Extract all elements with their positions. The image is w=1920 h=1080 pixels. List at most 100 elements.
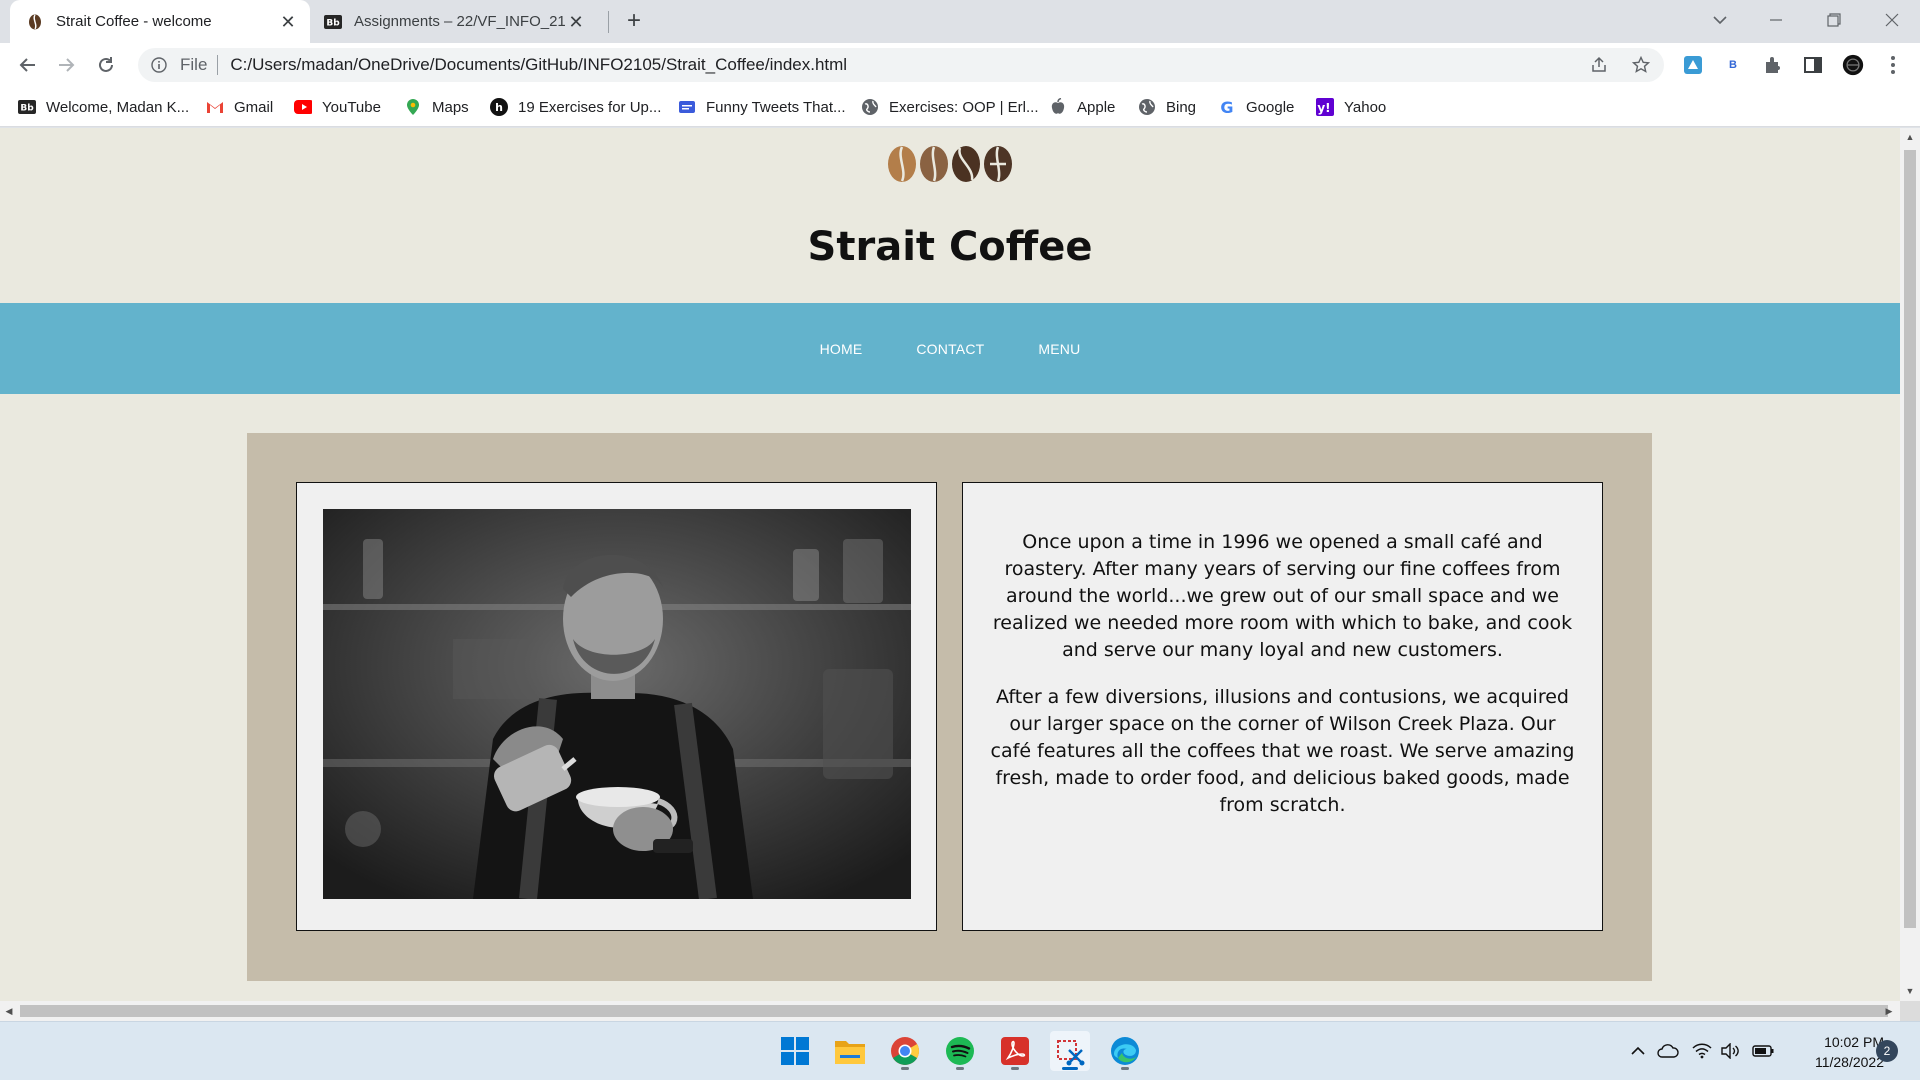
svg-text:G: G [1220,98,1233,116]
nav-link-home[interactable]: HOME [820,341,863,357]
horizontal-scrollbar[interactable]: ◀ ▶ [0,1001,1900,1021]
snipping-tool-icon[interactable] [1050,1031,1090,1071]
minimize-icon[interactable] [1748,0,1804,40]
scroll-right-arrow-icon[interactable]: ▶ [1884,1006,1894,1016]
browser-toolbar: File C:/Users/madan/OneDrive/Documents/G… [0,43,1920,87]
svg-text:y!: y! [1317,101,1330,115]
story-paragraph: After a few diversions, illusions and co… [990,686,1575,816]
profile-avatar[interactable] [1842,54,1864,76]
notification-badge[interactable]: 2 [1876,1040,1898,1062]
bookmark-exercises-oop[interactable]: Exercises: OOP | Erl... [861,95,1039,119]
gmail-icon [206,98,224,116]
extension-b-button[interactable]: B [1722,54,1744,76]
bookmark-blackboard[interactable]: Bb Welcome, Madan K... [18,95,189,119]
show-hidden-icons-chevron-icon[interactable] [1627,1040,1649,1062]
bookmark-funny-tweets[interactable]: Funny Tweets That... [678,95,846,119]
svg-text:h: h [495,101,503,114]
chrome-icon[interactable] [885,1031,925,1071]
bookmark-gmail[interactable]: Gmail [206,95,273,119]
story-card: Once upon a time in 1996 we opened a sma… [962,482,1603,931]
horizontal-scroll-thumb[interactable] [20,1005,1888,1017]
reload-icon[interactable] [92,51,120,79]
tab-strait-coffee[interactable]: Strait Coffee - welcome ✕ [10,0,310,43]
tab-close-icon[interactable]: ✕ [566,12,586,32]
tab-search-chevron-icon[interactable] [1708,8,1732,32]
restore-icon[interactable] [1806,0,1862,40]
story-paragraph: Once upon a time in 1996 we opened a sma… [992,531,1573,661]
apple-icon [1049,98,1067,116]
tab-separator [608,11,609,33]
onedrive-cloud-icon[interactable] [1657,1040,1679,1062]
close-window-icon[interactable] [1864,0,1920,40]
globe-icon [861,98,879,116]
file-explorer-icon[interactable] [830,1031,870,1071]
svg-text:Bb: Bb [326,18,340,28]
omnibox-divider [217,55,219,75]
battery-icon[interactable] [1752,1040,1774,1062]
start-windows-icon[interactable] [775,1031,815,1071]
spotify-icon[interactable] [940,1031,980,1071]
extensions-puzzle-icon[interactable] [1762,54,1784,76]
bookmark-label: Apple [1077,98,1116,116]
bookmark-label: Maps [432,98,469,116]
story-text: Once upon a time in 1996 we opened a sma… [963,483,1602,819]
bookmarks-bar: Bb Welcome, Madan K... Gmail YouTube Map… [0,87,1920,127]
nav-link-contact[interactable]: CONTACT [916,341,984,357]
running-indicator [1011,1067,1019,1070]
bookmark-youtube[interactable]: YouTube [294,95,381,119]
yahoo-icon: y! [1316,98,1334,116]
scroll-down-arrow-icon[interactable]: ▼ [1905,986,1915,996]
site-icon [678,98,696,116]
tab-title: Assignments – 22/VF_INFO_2105 [354,13,566,30]
bookmark-label: Google [1246,98,1295,116]
coffee-bean-favicon-icon [26,13,44,31]
running-indicator [956,1067,964,1070]
scroll-up-arrow-icon[interactable]: ▲ [1905,132,1915,142]
vertical-scroll-thumb[interactable] [1904,150,1916,928]
running-indicator [1121,1067,1129,1070]
youtube-icon [294,98,312,116]
tab-assignments[interactable]: Bb Assignments – 22/VF_INFO_2105 ✕ [318,0,598,43]
volume-icon[interactable] [1719,1040,1741,1062]
coffee-beans-logo-icon [886,145,1014,183]
edge-icon[interactable] [1105,1031,1145,1071]
active-indicator [1062,1067,1078,1070]
vertical-scrollbar[interactable]: ▲ ▼ [1900,128,1920,1001]
extension-tool-icon[interactable] [1682,54,1704,76]
side-panel-icon[interactable] [1802,54,1824,76]
acrobat-reader-icon[interactable] [995,1031,1035,1071]
more-menu-icon[interactable] [1882,54,1904,76]
bookmark-label: Exercises: OOP | Erl... [889,98,1039,116]
scroll-left-arrow-icon[interactable]: ◀ [4,1006,14,1016]
scheme-label: File [180,55,208,74]
share-icon[interactable] [1588,54,1610,76]
info-icon[interactable] [150,56,168,74]
blackboard-icon: Bb [18,98,36,116]
bookmark-maps[interactable]: Maps [404,95,469,119]
system-clock[interactable]: 10:02 PM 11/28/2022 [1788,1032,1884,1072]
globe-icon [1138,98,1156,116]
back-arrow-icon[interactable] [14,51,42,79]
bookmark-19-exercises[interactable]: h 19 Exercises for Up... [490,95,661,119]
bookmark-yahoo[interactable]: y! Yahoo [1316,95,1386,119]
bookmark-star-icon[interactable] [1630,54,1652,76]
site-nav: HOME CONTACT MENU [0,303,1900,394]
url-text[interactable]: C:/Users/madan/OneDrive/Documents/GitHub… [230,55,847,75]
site-icon: h [490,98,508,116]
bookmark-label: 19 Exercises for Up... [518,98,662,116]
maps-icon [404,98,422,116]
address-bar[interactable]: File C:/Users/madan/OneDrive/Documents/G… [138,48,1664,82]
bookmark-label: Yahoo [1344,98,1387,116]
bookmark-apple[interactable]: Apple [1049,95,1115,119]
bookmark-bing[interactable]: Bing [1138,95,1196,119]
wifi-icon[interactable] [1691,1040,1713,1062]
running-indicator [901,1067,909,1070]
new-tab-button[interactable]: + [620,8,648,36]
bookmark-label: Gmail [234,98,274,116]
nav-link-menu[interactable]: MENU [1038,341,1080,357]
forward-arrow-icon[interactable] [52,51,80,79]
page-viewport: Strait Coffee HOME CONTACT MENU Once upo… [0,128,1900,1001]
bookmark-google[interactable]: G Google [1218,95,1294,119]
tab-close-icon[interactable]: ✕ [278,12,298,32]
bookmark-label: Funny Tweets That... [706,98,846,116]
